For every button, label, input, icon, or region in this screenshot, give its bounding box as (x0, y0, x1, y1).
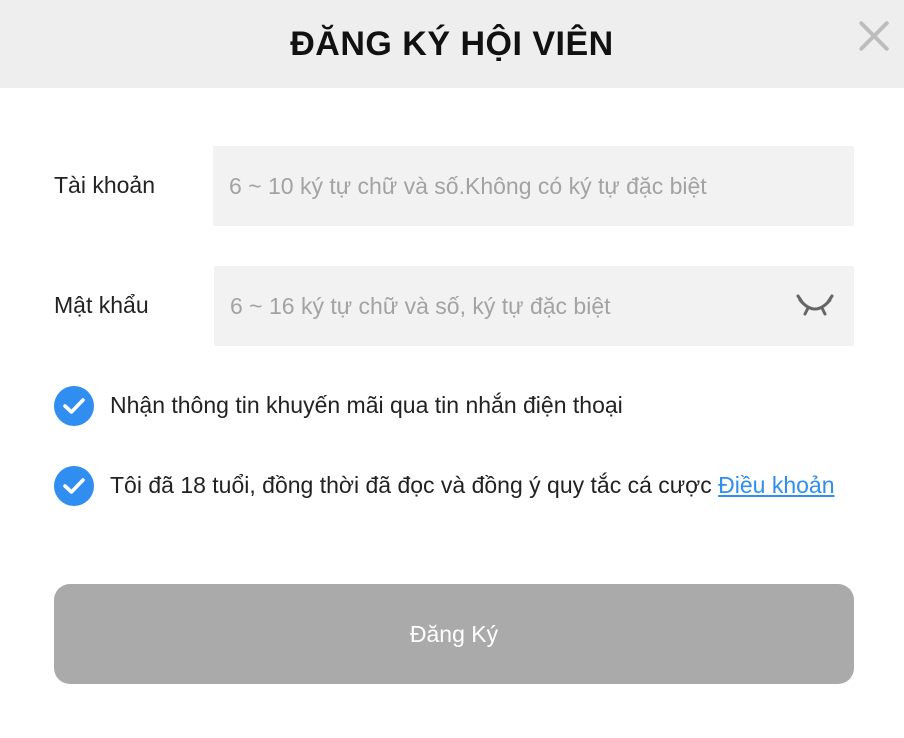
checkmark-icon (63, 398, 85, 414)
account-label: Tài khoản (54, 172, 156, 198)
password-input[interactable] (214, 266, 854, 346)
password-field (214, 266, 854, 346)
promo-checkbox[interactable] (54, 386, 94, 426)
modal-header: ĐĂNG KÝ HỘI VIÊN (0, 0, 904, 88)
age-terms-option: Tôi đã 18 tuổi, đồng thời đã đọc và đồng… (54, 466, 854, 506)
account-input[interactable] (213, 146, 854, 226)
password-label: Mật khẩu (54, 292, 149, 318)
eye-closed-icon[interactable] (796, 288, 834, 324)
account-field (213, 146, 854, 226)
age-text: Tôi đã 18 tuổi, đồng thời đã đọc và đồng… (110, 472, 719, 498)
terms-link[interactable]: Điều khoản (718, 472, 834, 498)
register-button[interactable]: Đăng Ký (54, 584, 854, 684)
promo-text: Nhận thông tin khuyến mãi qua tin nhắn đ… (110, 392, 623, 418)
promo-option: Nhận thông tin khuyến mãi qua tin nhắn đ… (54, 386, 854, 426)
age-checkbox[interactable] (54, 466, 94, 506)
close-icon[interactable] (856, 18, 892, 54)
age-terms-text: Tôi đã 18 tuổi, đồng thời đã đọc và đồng… (110, 466, 854, 505)
register-modal: ĐĂNG KÝ HỘI VIÊN Tài khoản Mật khẩu Nhận… (0, 0, 904, 738)
checkmark-icon (63, 478, 85, 494)
modal-title: ĐĂNG KÝ HỘI VIÊN (290, 24, 614, 63)
